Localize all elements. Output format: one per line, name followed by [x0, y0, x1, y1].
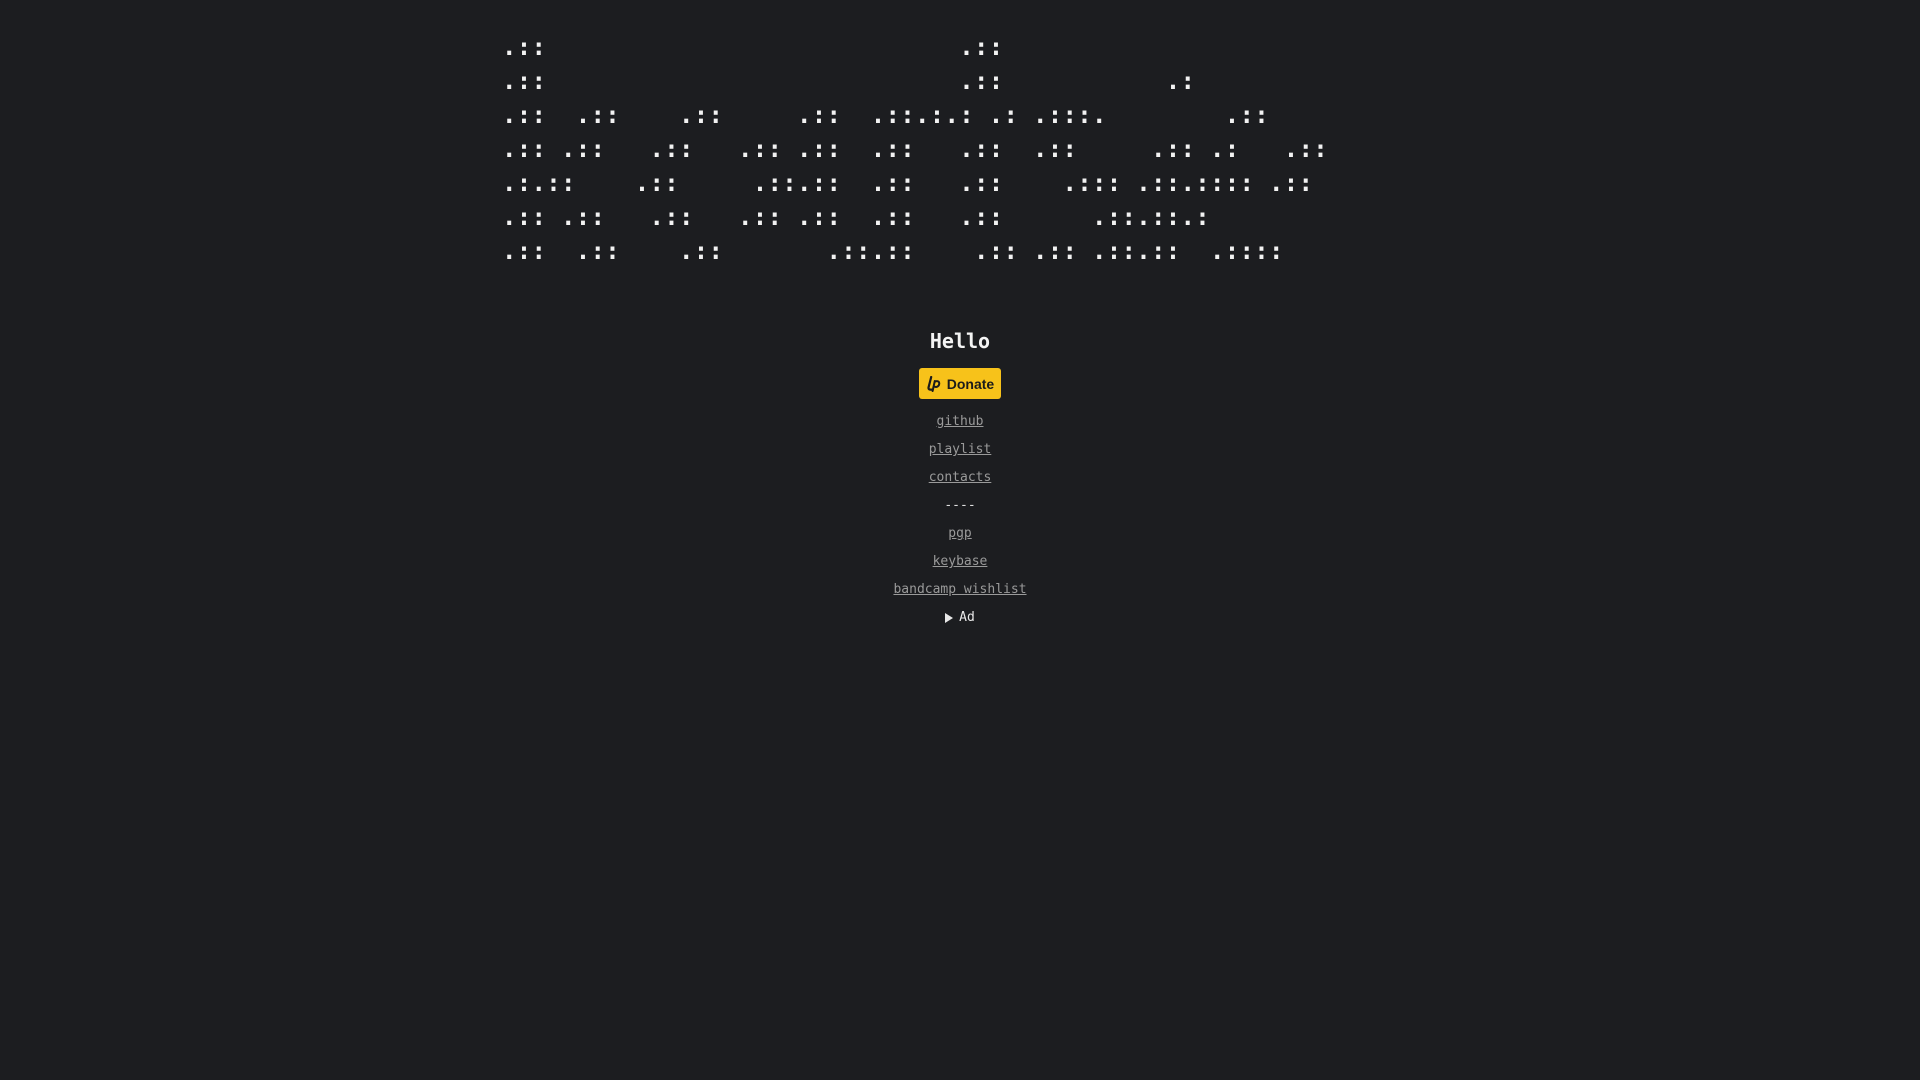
page: .:: .:: .:: .:: .: .:: .:: .:: .:: .::.:… — [0, 0, 1920, 1080]
link-github[interactable]: github — [937, 408, 984, 436]
ad-details-toggle[interactable]: Ad — [945, 604, 975, 632]
ascii-line: .:: .:: .:: .::.:: .:: .:: .::.:: .:::: — [502, 237, 1284, 265]
link-contacts[interactable]: contacts — [929, 464, 992, 492]
ascii-line: .:: .:: .:: .:: .:: .:: .:: .:: .:: .: .… — [502, 135, 1328, 163]
link-keybase[interactable]: keybase — [933, 548, 988, 576]
donate-button[interactable]: Donate — [918, 368, 1002, 399]
ascii-line: .:.:: .:: .::.:: .:: .:: .::: .::.:::: .… — [502, 169, 1314, 197]
disclosure-triangle-icon — [945, 613, 954, 623]
separator: ---- — [944, 498, 976, 513]
liberapay-icon — [927, 375, 941, 392]
ascii-banner: .:: .:: .:: .:: .: .:: .:: .:: .:: .::.:… — [502, 30, 1328, 268]
link-bandcamp-wishlist[interactable]: bandcamp wishlist — [893, 576, 1026, 604]
page-title: Hello — [929, 329, 991, 353]
donate-label: Donate — [946, 375, 995, 392]
ascii-line: .:: .:: — [502, 33, 1004, 61]
main-content: Hello Donate github playlist contacts --… — [0, 326, 1920, 632]
links-list: github playlist contacts ---- pgp keybas… — [893, 408, 1026, 632]
ascii-line: .:: .:: .:: .:: .::.:.: .: .:::. .:: — [502, 101, 1269, 129]
link-pgp[interactable]: pgp — [948, 520, 971, 548]
link-playlist[interactable]: playlist — [929, 436, 992, 464]
ascii-line: .:: .:: .:: .:: .:: .:: .:: .::.::.: — [502, 203, 1210, 231]
ascii-line: .:: .:: .: — [502, 67, 1196, 95]
ad-summary-label: Ad — [959, 610, 975, 625]
